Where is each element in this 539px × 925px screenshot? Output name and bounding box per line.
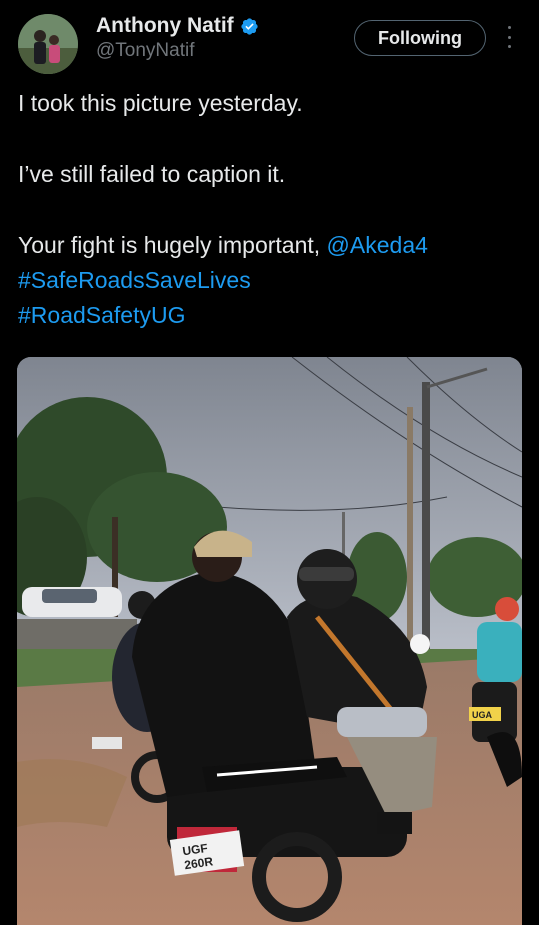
hashtag-link[interactable]: #SafeRoadsSaveLives bbox=[18, 267, 251, 293]
author-names: Anthony Natif @TonyNatif bbox=[96, 14, 259, 62]
hashtag-link[interactable]: #RoadSafetyUG bbox=[18, 302, 185, 328]
svg-text:UGA: UGA bbox=[472, 710, 493, 720]
verified-badge-icon bbox=[241, 17, 258, 35]
tweet-line-3: Your fight is hugely important, @Akeda4 bbox=[18, 228, 523, 263]
author-handle[interactable]: @TonyNatif bbox=[96, 40, 259, 62]
display-name-text[interactable]: Anthony Natif bbox=[96, 14, 234, 38]
tweet-line-1: I took this picture yesterday. bbox=[18, 90, 303, 116]
author-display-name[interactable]: Anthony Natif bbox=[96, 14, 259, 38]
mention-link[interactable]: @Akeda4 bbox=[327, 232, 428, 258]
following-button[interactable]: Following bbox=[354, 20, 486, 56]
tweet-photo[interactable]: UGF 260R UGA bbox=[17, 357, 522, 925]
tweet-line-2: I’ve still failed to caption it. bbox=[18, 161, 286, 187]
tweet-header: Anthony Natif @TonyNatif Following bbox=[18, 12, 523, 74]
tweet-text: I took this picture yesterday. I’ve stil… bbox=[18, 86, 523, 333]
tweet-line-3-text: Your fight is hugely important, bbox=[18, 232, 327, 258]
more-vertical-icon[interactable] bbox=[502, 26, 516, 48]
avatar[interactable] bbox=[18, 14, 78, 74]
